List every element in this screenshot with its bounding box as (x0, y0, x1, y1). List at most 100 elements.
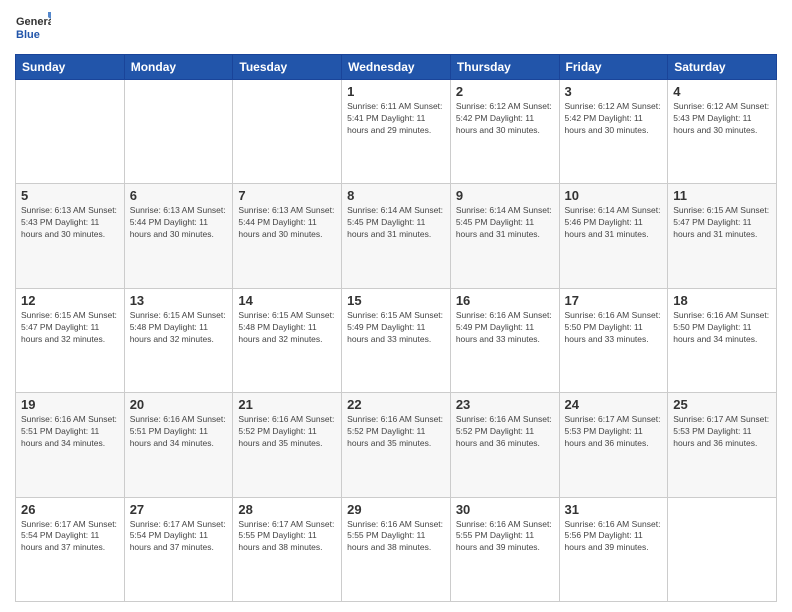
calendar-cell: 21 Sunrise: 6:16 AM Sunset: 5:52 PM Dayli… (233, 393, 342, 497)
day-info: Sunrise: 6:16 AM Sunset: 5:56 PM Dayligh… (565, 519, 663, 555)
day-info: Sunrise: 6:17 AM Sunset: 5:53 PM Dayligh… (565, 414, 663, 450)
header: General Blue (15, 10, 777, 46)
calendar-table: SundayMondayTuesdayWednesdayThursdayFrid… (15, 54, 777, 602)
calendar-cell: 22Sunrise: 6:16 AM Sunset: 5:52 PM Dayli… (342, 393, 451, 497)
day-info: Sunrise: 6:15 AM Sunset: 5:47 PM Dayligh… (21, 310, 119, 346)
day-number: 21 (238, 397, 336, 412)
day-info: Sunrise: 6:12 AM Sunset: 5:42 PM Dayligh… (565, 101, 663, 137)
logo-container: General Blue (15, 10, 51, 46)
calendar-cell: 5 Sunrise: 6:13 AM Sunset: 5:43 PM Daylig… (16, 184, 125, 288)
calendar-cell: 14 Sunrise: 6:15 AM Sunset: 5:48 PM Dayli… (233, 288, 342, 392)
calendar-cell: 18Sunrise: 6:16 AM Sunset: 5:50 PM Dayli… (668, 288, 777, 392)
calendar-cell: 11 Sunrise: 6:15 AM Sunset: 5:47 PM Dayli… (668, 184, 777, 288)
day-number: 24 (565, 397, 663, 412)
day-number: 25 (673, 397, 771, 412)
calendar-cell: 25Sunrise: 6:17 AM Sunset: 5:53 PM Dayli… (668, 393, 777, 497)
logo: General Blue (15, 10, 51, 46)
calendar-cell: 15 Sunrise: 6:15 AM Sunset: 5:49 PM Dayli… (342, 288, 451, 392)
day-info: Sunrise: 6:16 AM Sunset: 5:55 PM Dayligh… (347, 519, 445, 555)
day-number: 10 (565, 188, 663, 203)
svg-text:Blue: Blue (16, 29, 40, 41)
day-info: Sunrise: 6:11 AM Sunset: 5:41 PM Dayligh… (347, 101, 445, 137)
day-number: 6 (130, 188, 228, 203)
calendar-body: 1 Sunrise: 6:11 AM Sunset: 5:41 PM Daylig… (16, 80, 777, 602)
calendar-cell: 2 Sunrise: 6:12 AM Sunset: 5:42 PM Daylig… (450, 80, 559, 184)
calendar-week-3: 12 Sunrise: 6:15 AM Sunset: 5:47 PM Dayli… (16, 288, 777, 392)
day-number: 19 (21, 397, 119, 412)
day-number: 12 (21, 293, 119, 308)
day-info: Sunrise: 6:12 AM Sunset: 5:42 PM Dayligh… (456, 101, 554, 137)
day-header-saturday: Saturday (668, 55, 777, 80)
day-info: Sunrise: 6:15 AM Sunset: 5:49 PM Dayligh… (347, 310, 445, 346)
calendar-cell: 4 Sunrise: 6:12 AM Sunset: 5:43 PM Daylig… (668, 80, 777, 184)
calendar-cell: 9 Sunrise: 6:14 AM Sunset: 5:45 PM Daylig… (450, 184, 559, 288)
calendar-week-5: 26Sunrise: 6:17 AM Sunset: 5:54 PM Dayli… (16, 497, 777, 601)
day-info: Sunrise: 6:15 AM Sunset: 5:48 PM Dayligh… (238, 310, 336, 346)
day-number: 20 (130, 397, 228, 412)
day-info: Sunrise: 6:16 AM Sunset: 5:51 PM Dayligh… (21, 414, 119, 450)
day-number: 3 (565, 84, 663, 99)
calendar-header-row: SundayMondayTuesdayWednesdayThursdayFrid… (16, 55, 777, 80)
day-number: 27 (130, 502, 228, 517)
calendar-cell: 29 Sunrise: 6:16 AM Sunset: 5:55 PM Dayli… (342, 497, 451, 601)
day-header-wednesday: Wednesday (342, 55, 451, 80)
day-number: 13 (130, 293, 228, 308)
day-info: Sunrise: 6:16 AM Sunset: 5:55 PM Dayligh… (456, 519, 554, 555)
day-info: Sunrise: 6:14 AM Sunset: 5:46 PM Dayligh… (565, 205, 663, 241)
calendar-cell: 7Sunrise: 6:13 AM Sunset: 5:44 PM Daylig… (233, 184, 342, 288)
day-info: Sunrise: 6:15 AM Sunset: 5:48 PM Dayligh… (130, 310, 228, 346)
day-info: Sunrise: 6:16 AM Sunset: 5:52 PM Dayligh… (238, 414, 336, 450)
calendar-cell: 26Sunrise: 6:17 AM Sunset: 5:54 PM Dayli… (16, 497, 125, 601)
day-info: Sunrise: 6:17 AM Sunset: 5:54 PM Dayligh… (21, 519, 119, 555)
calendar-cell: 20 Sunrise: 6:16 AM Sunset: 5:51 PM Dayli… (124, 393, 233, 497)
day-number: 16 (456, 293, 554, 308)
day-number: 29 (347, 502, 445, 517)
day-info: Sunrise: 6:13 AM Sunset: 5:43 PM Dayligh… (21, 205, 119, 241)
day-number: 1 (347, 84, 445, 99)
day-number: 14 (238, 293, 336, 308)
calendar-cell: 12 Sunrise: 6:15 AM Sunset: 5:47 PM Dayli… (16, 288, 125, 392)
calendar-cell: 8 Sunrise: 6:14 AM Sunset: 5:45 PM Daylig… (342, 184, 451, 288)
day-info: Sunrise: 6:16 AM Sunset: 5:51 PM Dayligh… (130, 414, 228, 450)
day-info: Sunrise: 6:15 AM Sunset: 5:47 PM Dayligh… (673, 205, 771, 241)
day-number: 28 (238, 502, 336, 517)
day-number: 8 (347, 188, 445, 203)
calendar-cell (124, 80, 233, 184)
day-info: Sunrise: 6:16 AM Sunset: 5:49 PM Dayligh… (456, 310, 554, 346)
day-number: 9 (456, 188, 554, 203)
day-header-friday: Friday (559, 55, 668, 80)
calendar-week-2: 5 Sunrise: 6:13 AM Sunset: 5:43 PM Daylig… (16, 184, 777, 288)
day-number: 11 (673, 188, 771, 203)
day-info: Sunrise: 6:12 AM Sunset: 5:43 PM Dayligh… (673, 101, 771, 137)
day-number: 23 (456, 397, 554, 412)
day-info: Sunrise: 6:14 AM Sunset: 5:45 PM Dayligh… (456, 205, 554, 241)
calendar-cell: 6 Sunrise: 6:13 AM Sunset: 5:44 PM Daylig… (124, 184, 233, 288)
day-number: 4 (673, 84, 771, 99)
calendar-cell: 30 Sunrise: 6:16 AM Sunset: 5:55 PM Dayli… (450, 497, 559, 601)
calendar-cell: 1 Sunrise: 6:11 AM Sunset: 5:41 PM Daylig… (342, 80, 451, 184)
calendar-cell (668, 497, 777, 601)
calendar-cell: 23 Sunrise: 6:16 AM Sunset: 5:52 PM Dayli… (450, 393, 559, 497)
day-info: Sunrise: 6:16 AM Sunset: 5:50 PM Dayligh… (565, 310, 663, 346)
day-number: 31 (565, 502, 663, 517)
day-info: Sunrise: 6:17 AM Sunset: 5:54 PM Dayligh… (130, 519, 228, 555)
day-info: Sunrise: 6:16 AM Sunset: 5:52 PM Dayligh… (456, 414, 554, 450)
day-info: Sunrise: 6:14 AM Sunset: 5:45 PM Dayligh… (347, 205, 445, 241)
calendar-cell: 24 Sunrise: 6:17 AM Sunset: 5:53 PM Dayli… (559, 393, 668, 497)
calendar-cell: 3 Sunrise: 6:12 AM Sunset: 5:42 PM Daylig… (559, 80, 668, 184)
day-number: 17 (565, 293, 663, 308)
day-info: Sunrise: 6:16 AM Sunset: 5:50 PM Dayligh… (673, 310, 771, 346)
day-info: Sunrise: 6:17 AM Sunset: 5:55 PM Dayligh… (238, 519, 336, 555)
day-number: 2 (456, 84, 554, 99)
day-info: Sunrise: 6:13 AM Sunset: 5:44 PM Dayligh… (130, 205, 228, 241)
calendar-cell: 19 Sunrise: 6:16 AM Sunset: 5:51 PM Dayli… (16, 393, 125, 497)
calendar-cell: 13 Sunrise: 6:15 AM Sunset: 5:48 PM Dayli… (124, 288, 233, 392)
calendar-cell (16, 80, 125, 184)
calendar-cell: 17 Sunrise: 6:16 AM Sunset: 5:50 PM Dayli… (559, 288, 668, 392)
day-number: 5 (21, 188, 119, 203)
svg-text:General: General (16, 16, 51, 28)
day-number: 15 (347, 293, 445, 308)
calendar-cell: 31 Sunrise: 6:16 AM Sunset: 5:56 PM Dayli… (559, 497, 668, 601)
logo-svg: General Blue (15, 10, 51, 46)
day-number: 30 (456, 502, 554, 517)
